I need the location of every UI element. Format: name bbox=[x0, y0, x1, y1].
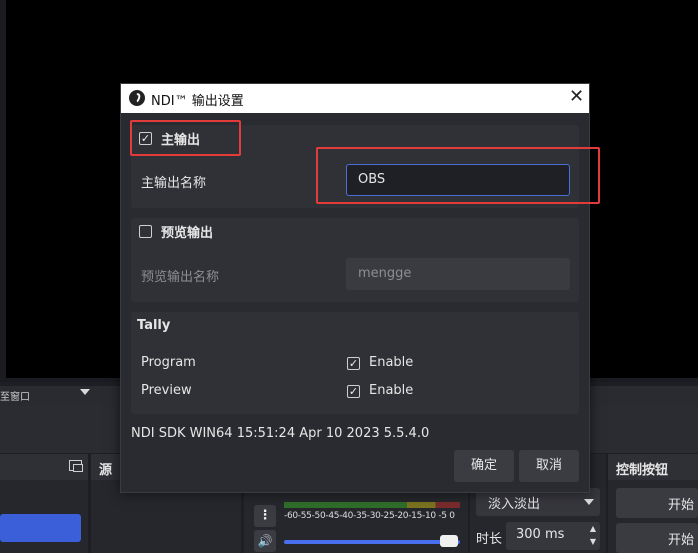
highlight-box-checkbox bbox=[130, 120, 241, 156]
chevron-down-icon bbox=[584, 499, 594, 505]
start-recording-label: 开始 bbox=[667, 533, 694, 548]
tally-preview-label: Preview bbox=[141, 383, 192, 398]
preview-output-label: 预览输出 bbox=[161, 226, 214, 241]
chevron-up-icon[interactable]: ▲ bbox=[590, 524, 596, 533]
scenes-dock-header bbox=[0, 454, 88, 480]
start-streaming-button[interactable]: 开始 bbox=[616, 488, 698, 518]
duration-label: 时长 bbox=[476, 532, 503, 547]
scale-mode-label: 至窗口 bbox=[0, 392, 30, 403]
close-icon[interactable]: ✕ bbox=[569, 87, 584, 107]
start-recording-button[interactable]: 开始 bbox=[616, 523, 698, 553]
volume-slider[interactable] bbox=[284, 540, 460, 544]
tally-program-enable-label: Enable bbox=[369, 355, 414, 370]
tally-preview-checkbox[interactable]: ✓ bbox=[347, 385, 360, 398]
duration-value: 300 ms bbox=[516, 527, 565, 542]
preview-output-group: 预览输出 预览输出名称 mengge bbox=[131, 218, 579, 302]
ok-button[interactable]: 确定 bbox=[454, 450, 514, 482]
controls-dock-title: 控制按钮 bbox=[616, 463, 669, 478]
ndi-output-settings-dialog: NDI™ 输出设置 ✕ ✓ 主输出 主输出名称 OBS 预览输出 预览输出名称 … bbox=[120, 83, 600, 493]
highlight-box-input bbox=[316, 147, 600, 204]
dialog-titlebar: NDI™ 输出设置 ✕ bbox=[121, 84, 589, 113]
cancel-button[interactable]: 取消 bbox=[519, 450, 579, 482]
preview-output-name-label: 预览输出名称 bbox=[141, 270, 220, 285]
tally-program-label: Program bbox=[141, 355, 196, 370]
audio-meter bbox=[284, 502, 460, 508]
main-output-name-label: 主输出名称 bbox=[141, 176, 207, 191]
tally-preview-enable-label: Enable bbox=[369, 383, 414, 398]
chevron-down-icon[interactable] bbox=[80, 389, 90, 395]
preview-output-name-input[interactable]: mengge bbox=[346, 258, 570, 290]
ndi-sdk-info: NDI SDK WIN64 15:51:24 Apr 10 2023 5.5.4… bbox=[131, 426, 430, 441]
undock-icon[interactable] bbox=[69, 460, 83, 472]
controls-dock-header: 控制按钮 bbox=[608, 454, 698, 480]
speaker-icon[interactable]: 🔊 bbox=[254, 530, 276, 552]
tally-program-checkbox[interactable]: ✓ bbox=[347, 357, 360, 370]
start-streaming-label: 开始 bbox=[667, 498, 694, 513]
chevron-down-icon[interactable]: ▼ bbox=[590, 537, 596, 546]
obs-logo-icon bbox=[129, 90, 145, 106]
scene-item-selected[interactable] bbox=[0, 514, 81, 542]
preview-output-name-placeholder: mengge bbox=[358, 266, 412, 281]
dialog-title: NDI™ 输出设置 bbox=[151, 94, 244, 109]
tally-title: Tally bbox=[137, 318, 171, 333]
tally-group: Tally Program ✓ Enable Preview ✓ Enable bbox=[131, 312, 579, 414]
duration-input[interactable]: 300 ms ▲ ▼ bbox=[506, 522, 600, 550]
meter-ticks: -60-55-50-45-40-35-30-25-20-15-10 -5 0 bbox=[284, 511, 455, 521]
more-options-icon[interactable]: ⋮ bbox=[254, 505, 276, 527]
preview-output-checkbox[interactable] bbox=[139, 225, 152, 238]
transition-select-value: 淡入淡出 bbox=[488, 497, 541, 512]
volume-slider-handle[interactable] bbox=[440, 535, 458, 547]
sources-dock-title: 源 bbox=[99, 463, 113, 478]
